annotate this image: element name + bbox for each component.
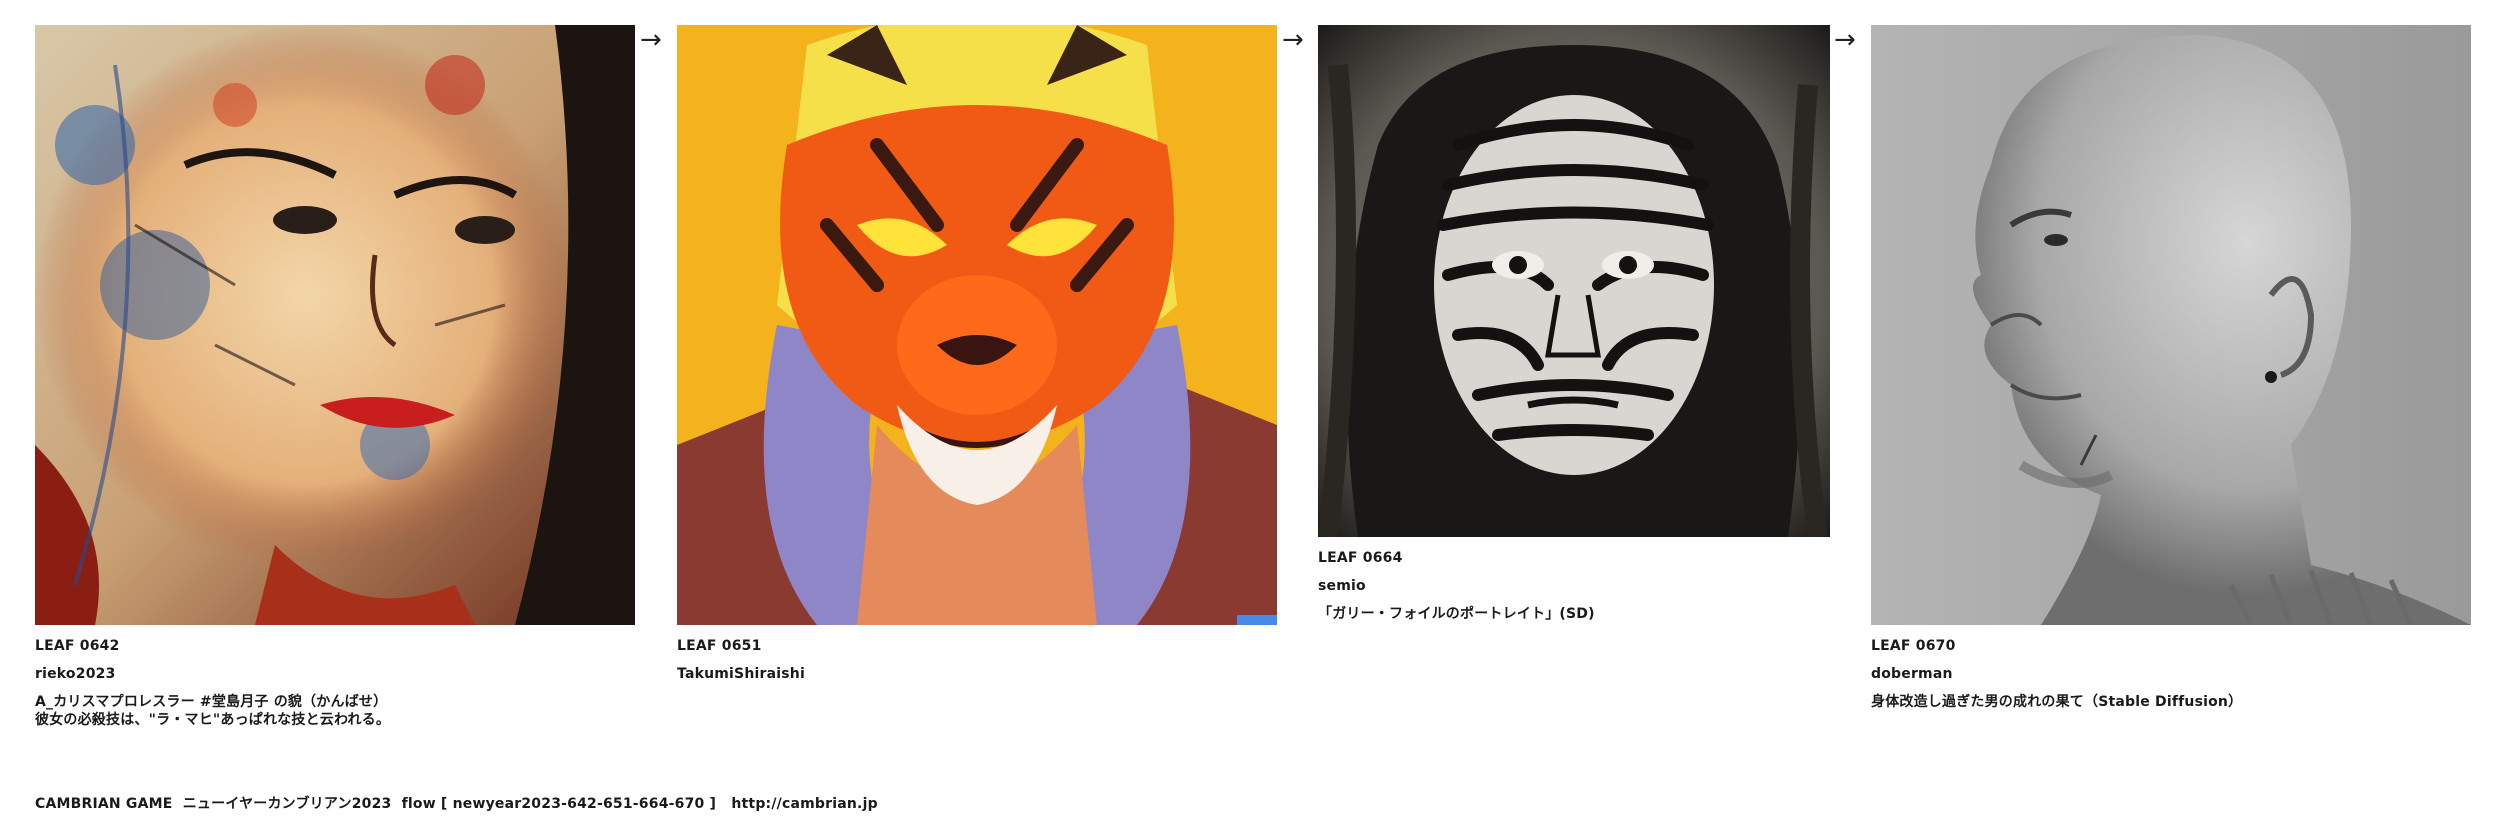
leaf-title: 身体改造し過ぎた男の成れの果て（Stable Diffusion） <box>1871 694 2243 710</box>
leaf-card-0651: LEAF 0651 TakumiShiraishi <box>677 25 1277 693</box>
author-name[interactable]: semio <box>1318 577 1830 595</box>
artwork-image-0651[interactable] <box>677 25 1277 625</box>
artwork-image-0664[interactable] <box>1318 25 1830 537</box>
artwork-image-0670[interactable] <box>1871 25 2471 625</box>
flow-arrow-icon: → <box>1834 25 1856 55</box>
footer-link[interactable]: http://cambrian.jp <box>731 796 877 812</box>
bald-man-profile-photo <box>1871 25 2471 625</box>
author-name[interactable]: rieko2023 <box>35 665 635 683</box>
leaf-card-0670: LEAF 0670 doberman 身体改造し過ぎた男の成れの果て（Stabl… <box>1871 25 2471 711</box>
leaf-card-0642: LEAF 0642 rieko2023 A_カリスマプロレスラー #堂島月子 の… <box>35 25 635 729</box>
zebra-face-portrait <box>1318 25 1830 537</box>
leaf-id: LEAF 0642 <box>35 638 120 654</box>
leaf-id: LEAF 0664 <box>1318 550 1403 566</box>
leaf-card-0664: LEAF 0664 semio 「ガリー・フォイルのポートレイト」(SD) <box>1318 25 1830 623</box>
page-footer: CAMBRIAN GAME ニューイヤーカンブリアン2023 flow [ ne… <box>35 793 878 813</box>
flow-arrow-icon: → <box>640 25 662 55</box>
author-name[interactable]: TakumiShiraishi <box>677 665 1277 683</box>
tiger-character-illustration <box>677 25 1277 625</box>
leaf-title: 「ガリー・フォイルのポートレイト」(SD) <box>1318 606 1595 622</box>
footer-flow-text: CAMBRIAN GAME ニューイヤーカンブリアン2023 flow [ ne… <box>35 796 732 812</box>
leaf-id: LEAF 0651 <box>677 638 762 654</box>
painted-woman-portrait <box>35 25 635 625</box>
leaf-title: A_カリスマプロレスラー #堂島月子 の貌（かんばせ） 彼女の必殺技は、"ラ・マ… <box>35 694 391 728</box>
author-name[interactable]: doberman <box>1871 665 2471 683</box>
flow-arrow-icon: → <box>1282 25 1304 55</box>
leaf-id: LEAF 0670 <box>1871 638 1956 654</box>
artwork-image-0642[interactable] <box>35 25 635 625</box>
